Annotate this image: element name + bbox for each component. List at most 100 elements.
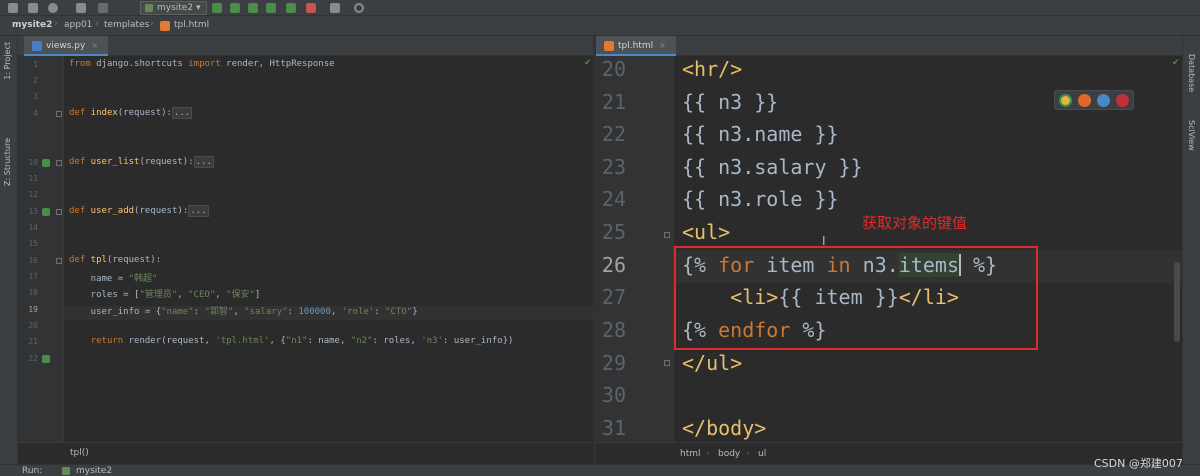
- search-icon[interactable]: [354, 3, 364, 13]
- fold-marker-icon[interactable]: [56, 160, 62, 166]
- code-line: </body>: [682, 416, 767, 440]
- run-config-select[interactable]: mysite2 ▾: [140, 1, 208, 15]
- opera-browser-icon[interactable]: [1116, 94, 1129, 107]
- folded-code-placeholder[interactable]: ...: [188, 205, 209, 217]
- code-line: <hr/>: [682, 57, 743, 81]
- run-icon[interactable]: [212, 3, 222, 13]
- vertical-scrollbar[interactable]: [1174, 262, 1180, 342]
- line-number: 31: [601, 416, 626, 440]
- python-run-icon: [62, 467, 70, 475]
- breadcrumb-project[interactable]: mysite2: [12, 20, 52, 30]
- tab-label: tpl.html: [618, 41, 654, 51]
- code-line-current: user_info = {"name": "郭智", "salary": 100…: [69, 307, 418, 317]
- line-number: 11: [28, 174, 38, 183]
- inspection-ok-icon[interactable]: ✔: [1172, 58, 1180, 68]
- code-line: {{ n3.role }}: [682, 187, 839, 211]
- database-tool-tab[interactable]: Database: [1187, 54, 1196, 92]
- line-number: 21: [28, 337, 38, 346]
- line-number: 14: [28, 223, 38, 232]
- structure-tool-tab[interactable]: Z: Structure: [3, 138, 12, 186]
- html-file-icon: [160, 21, 170, 31]
- right-tabbar: tpl.html ×: [596, 36, 1182, 56]
- line-number: 12: [28, 190, 38, 199]
- line-number: 22: [601, 122, 626, 146]
- breadcrumb-app01[interactable]: app01: [64, 20, 92, 30]
- open-folder-icon[interactable]: [8, 3, 18, 13]
- line-number: 25: [601, 220, 626, 244]
- tab-views-py[interactable]: views.py ×: [24, 36, 109, 56]
- line-number: 3: [33, 92, 38, 101]
- crumb-html[interactable]: html: [680, 449, 701, 459]
- left-editor-breadcrumb: tpl(): [18, 442, 593, 464]
- line-number: 17: [28, 272, 38, 281]
- stop-icon[interactable]: [306, 3, 316, 13]
- line-number: 27: [601, 285, 626, 309]
- tab-tpl-html[interactable]: tpl.html ×: [596, 36, 676, 56]
- views-py-editor[interactable]: 1 2 3 4 10 11 12 13 14 15 16 17 18 19 20…: [18, 56, 593, 442]
- line-number: 28: [601, 318, 626, 342]
- project-tool-tab[interactable]: 1: Project: [3, 42, 12, 80]
- wrench-icon[interactable]: [330, 3, 340, 13]
- fold-marker-icon[interactable]: [56, 209, 62, 215]
- code-line: def user_list(request):...: [69, 156, 214, 168]
- folded-code-placeholder[interactable]: ...: [193, 156, 214, 168]
- python-config-icon: [145, 4, 153, 12]
- mouse-cursor-icon: I: [822, 234, 826, 248]
- crumb-body[interactable]: body: [718, 449, 740, 459]
- folded-code-placeholder[interactable]: ...: [171, 107, 193, 119]
- back-arrow-icon[interactable]: [76, 3, 86, 13]
- run-tool-bar: Run: mysite2: [0, 464, 1200, 476]
- code-line: def index(request):...: [69, 107, 193, 119]
- profile-icon[interactable]: [266, 3, 276, 13]
- breadcrumb: mysite2 › app01 › templates › tpl.html: [0, 16, 1200, 36]
- watermark: CSDN @郑建007: [1094, 457, 1183, 470]
- line-number: 20: [28, 321, 38, 330]
- firefox-browser-icon[interactable]: [1078, 94, 1091, 107]
- concurrency-icon[interactable]: [286, 3, 296, 13]
- python-file-icon: [32, 41, 42, 51]
- line-number: 21: [601, 90, 626, 114]
- main-toolbar: mysite2 ▾: [0, 0, 1200, 16]
- annotation-text: 获取对象的键值: [862, 214, 968, 232]
- line-number: 10: [28, 158, 38, 167]
- line-number: 30: [601, 383, 626, 407]
- breadcrumb-separator: ›: [54, 19, 58, 29]
- fold-marker-icon[interactable]: [56, 111, 62, 117]
- sciview-tool-tab[interactable]: SciView: [1187, 120, 1196, 151]
- sync-icon[interactable]: [48, 3, 58, 13]
- close-icon[interactable]: ×: [659, 41, 666, 50]
- url-mapping-gutter-icon[interactable]: [42, 159, 50, 167]
- url-mapping-gutter-icon[interactable]: [42, 355, 50, 363]
- crumb-separator: ›: [746, 449, 750, 459]
- coverage-icon[interactable]: [248, 3, 258, 13]
- breadcrumb-templates[interactable]: templates: [104, 20, 149, 30]
- crumb-ul[interactable]: ul: [758, 449, 766, 459]
- left-tool-strip: 1: Project Z: Structure: [0, 36, 18, 464]
- fold-marker-icon[interactable]: [664, 232, 670, 238]
- inspection-ok-icon[interactable]: ✔: [584, 58, 592, 68]
- current-function-crumb[interactable]: tpl(): [70, 448, 89, 458]
- fold-marker-icon[interactable]: [56, 258, 62, 264]
- safari-browser-icon[interactable]: [1097, 94, 1110, 107]
- chrome-browser-icon[interactable]: [1059, 94, 1072, 107]
- debug-icon[interactable]: [230, 3, 240, 13]
- code-line: from django.shortcuts import render, Htt…: [69, 59, 335, 69]
- line-number: 1: [33, 60, 38, 69]
- line-number: 4: [33, 109, 38, 118]
- tpl-html-editor[interactable]: 20 21 22 23 24 25 26 27 28 29 30 31 <hr/…: [596, 56, 1182, 442]
- url-mapping-gutter-icon[interactable]: [42, 208, 50, 216]
- line-number: 20: [601, 57, 626, 81]
- run-config-label: mysite2: [157, 3, 194, 13]
- breadcrumb-file[interactable]: tpl.html: [174, 20, 209, 30]
- fold-marker-icon[interactable]: [664, 360, 670, 366]
- line-number-gutter: 20 21 22 23 24 25 26 27 28 29 30 31: [596, 56, 674, 442]
- run-target-tab[interactable]: mysite2: [76, 466, 112, 476]
- forward-arrow-icon[interactable]: [98, 3, 108, 13]
- line-number: 13: [28, 207, 38, 216]
- save-icon[interactable]: [28, 3, 38, 13]
- left-tabbar: views.py ×: [18, 36, 593, 56]
- line-number: 22: [28, 354, 38, 363]
- code-line: {{ n3.salary }}: [682, 155, 863, 179]
- close-icon[interactable]: ×: [91, 41, 98, 50]
- line-number: 24: [601, 187, 626, 211]
